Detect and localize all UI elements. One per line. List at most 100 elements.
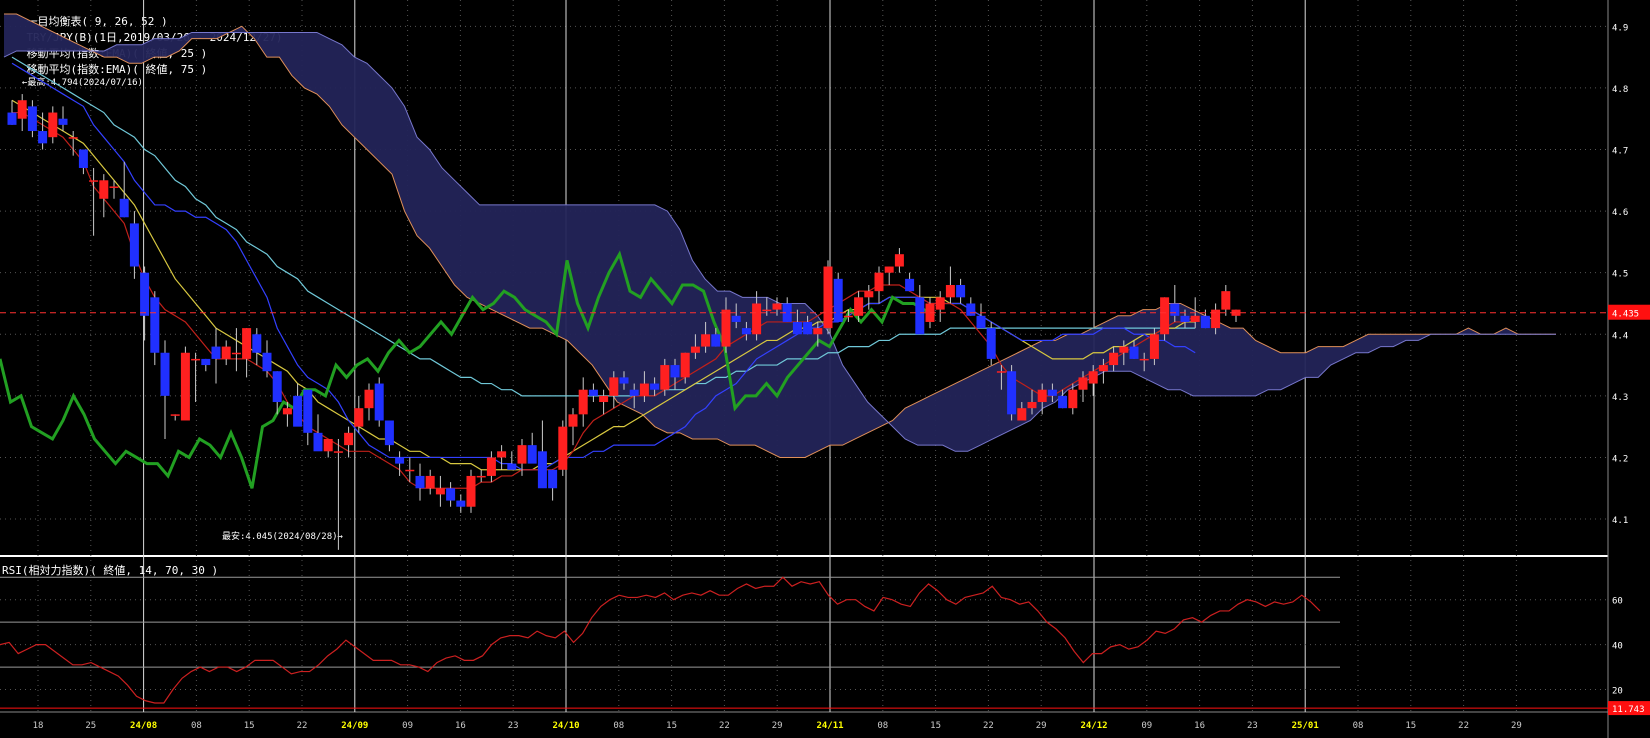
candle-up: [99, 180, 109, 199]
candle-down: [38, 131, 48, 144]
candle-up: [609, 377, 619, 396]
x-tick-label: 29: [772, 721, 783, 731]
y-tick-label: 4.5: [1612, 270, 1628, 280]
candle-up: [476, 475, 486, 478]
y-tick-label: 4.4: [1612, 331, 1628, 341]
x-tick-label: 29: [1511, 721, 1522, 731]
candle-up: [558, 426, 568, 470]
x-tick-label: 16: [1194, 721, 1205, 731]
candle-up: [935, 297, 945, 310]
candle-down: [303, 389, 313, 433]
chart-window: 一目均衡表( 9, 26, 52 ) TRY/JPY(B)(1日,2019/03…: [0, 0, 1650, 738]
candle-down: [293, 395, 303, 427]
candle-up: [1078, 377, 1088, 390]
y-tick-label: 4.9: [1612, 23, 1628, 33]
candle-up: [1149, 334, 1159, 359]
rsi-tick-label: 40: [1612, 642, 1623, 652]
candle-up: [344, 432, 354, 446]
rsi-current-label: 11.743: [1612, 705, 1645, 715]
x-tick-label: 18: [33, 721, 44, 731]
candle-down: [27, 106, 37, 132]
candle-up: [242, 328, 252, 359]
y-tick-label: 4.7: [1612, 147, 1628, 157]
rsi-tick-label: 20: [1612, 687, 1623, 697]
candle-up: [823, 266, 833, 329]
candle-up: [843, 315, 853, 318]
candle-down: [792, 321, 802, 335]
candle-down: [1007, 371, 1017, 415]
candle-up: [945, 285, 955, 298]
candle-down: [150, 297, 160, 353]
candle-down: [986, 328, 996, 359]
candle-down: [78, 149, 88, 168]
candle-down: [966, 303, 976, 316]
candle-up: [772, 303, 782, 310]
candle-up: [231, 352, 241, 355]
candle-up: [435, 488, 445, 495]
candle-down: [956, 285, 966, 298]
candle-up: [762, 309, 772, 312]
x-tick-label: 24/11: [816, 721, 843, 731]
candle-up: [17, 100, 27, 119]
candle-down: [711, 334, 721, 347]
candle-up: [1088, 371, 1098, 384]
rsi-tick-label: 60: [1612, 597, 1623, 607]
candle-up: [425, 475, 435, 489]
candle-down: [384, 420, 394, 446]
candle-up: [660, 365, 670, 390]
candle-down: [160, 352, 170, 396]
candle-down: [741, 328, 751, 335]
x-tick-label: 15: [244, 721, 255, 731]
candle-up: [68, 137, 78, 139]
candle-up: [1221, 291, 1231, 310]
candle-up: [180, 352, 190, 421]
candle-down: [803, 321, 813, 335]
candle-down: [650, 383, 660, 390]
x-tick-label: 25/01: [1292, 721, 1319, 731]
x-tick-label: 29: [1036, 721, 1047, 731]
y-tick-label: 4.1: [1612, 516, 1628, 526]
candle-up: [221, 346, 231, 359]
candle-down: [629, 389, 639, 396]
candle-up: [466, 475, 476, 507]
x-tick-label: 15: [666, 721, 677, 731]
candle-up: [752, 303, 762, 335]
x-tick-label: 08: [877, 721, 888, 731]
candle-down: [619, 377, 629, 384]
candle-up: [1027, 402, 1037, 409]
candle-down: [446, 488, 456, 501]
candle-up: [109, 186, 119, 188]
y-tick-label: 4.6: [1612, 208, 1628, 218]
candle-up: [48, 112, 58, 138]
candle-up: [701, 334, 711, 347]
candle-down: [1200, 315, 1210, 329]
candle-up: [1068, 389, 1078, 409]
candle-down: [1129, 346, 1139, 359]
candle-down: [119, 198, 129, 218]
x-tick-label: 09: [402, 721, 413, 731]
x-tick-label: 09: [1141, 721, 1152, 731]
candle-down: [731, 315, 741, 322]
x-tick-label: 08: [1353, 721, 1364, 731]
y-tick-label: 4.3: [1612, 393, 1628, 403]
candle-down: [7, 112, 17, 125]
candle-down: [129, 223, 139, 267]
price-chart[interactable]: 4.9 4.8 4.7 4.6 4.5 4.4 4.3 4.2 4.1 18 25 24/08 08 15…: [0, 0, 1650, 738]
candle-up: [599, 395, 609, 403]
candle-down: [395, 457, 405, 464]
candle-down: [905, 278, 915, 292]
candle-up: [721, 309, 731, 347]
candle-up: [364, 389, 374, 409]
x-tick-label: 22: [719, 721, 730, 731]
candle-up: [89, 180, 99, 182]
x-tick-label: 24/08: [130, 721, 157, 731]
candle-up: [813, 328, 823, 335]
candle-up: [578, 389, 588, 415]
candle-up: [568, 414, 578, 427]
candle-down: [527, 445, 537, 464]
candle-down: [915, 297, 925, 335]
y-tick-label: 4.2: [1612, 454, 1628, 464]
candle-down: [588, 389, 598, 396]
candle-down: [1170, 303, 1180, 316]
candle-up: [486, 457, 496, 476]
